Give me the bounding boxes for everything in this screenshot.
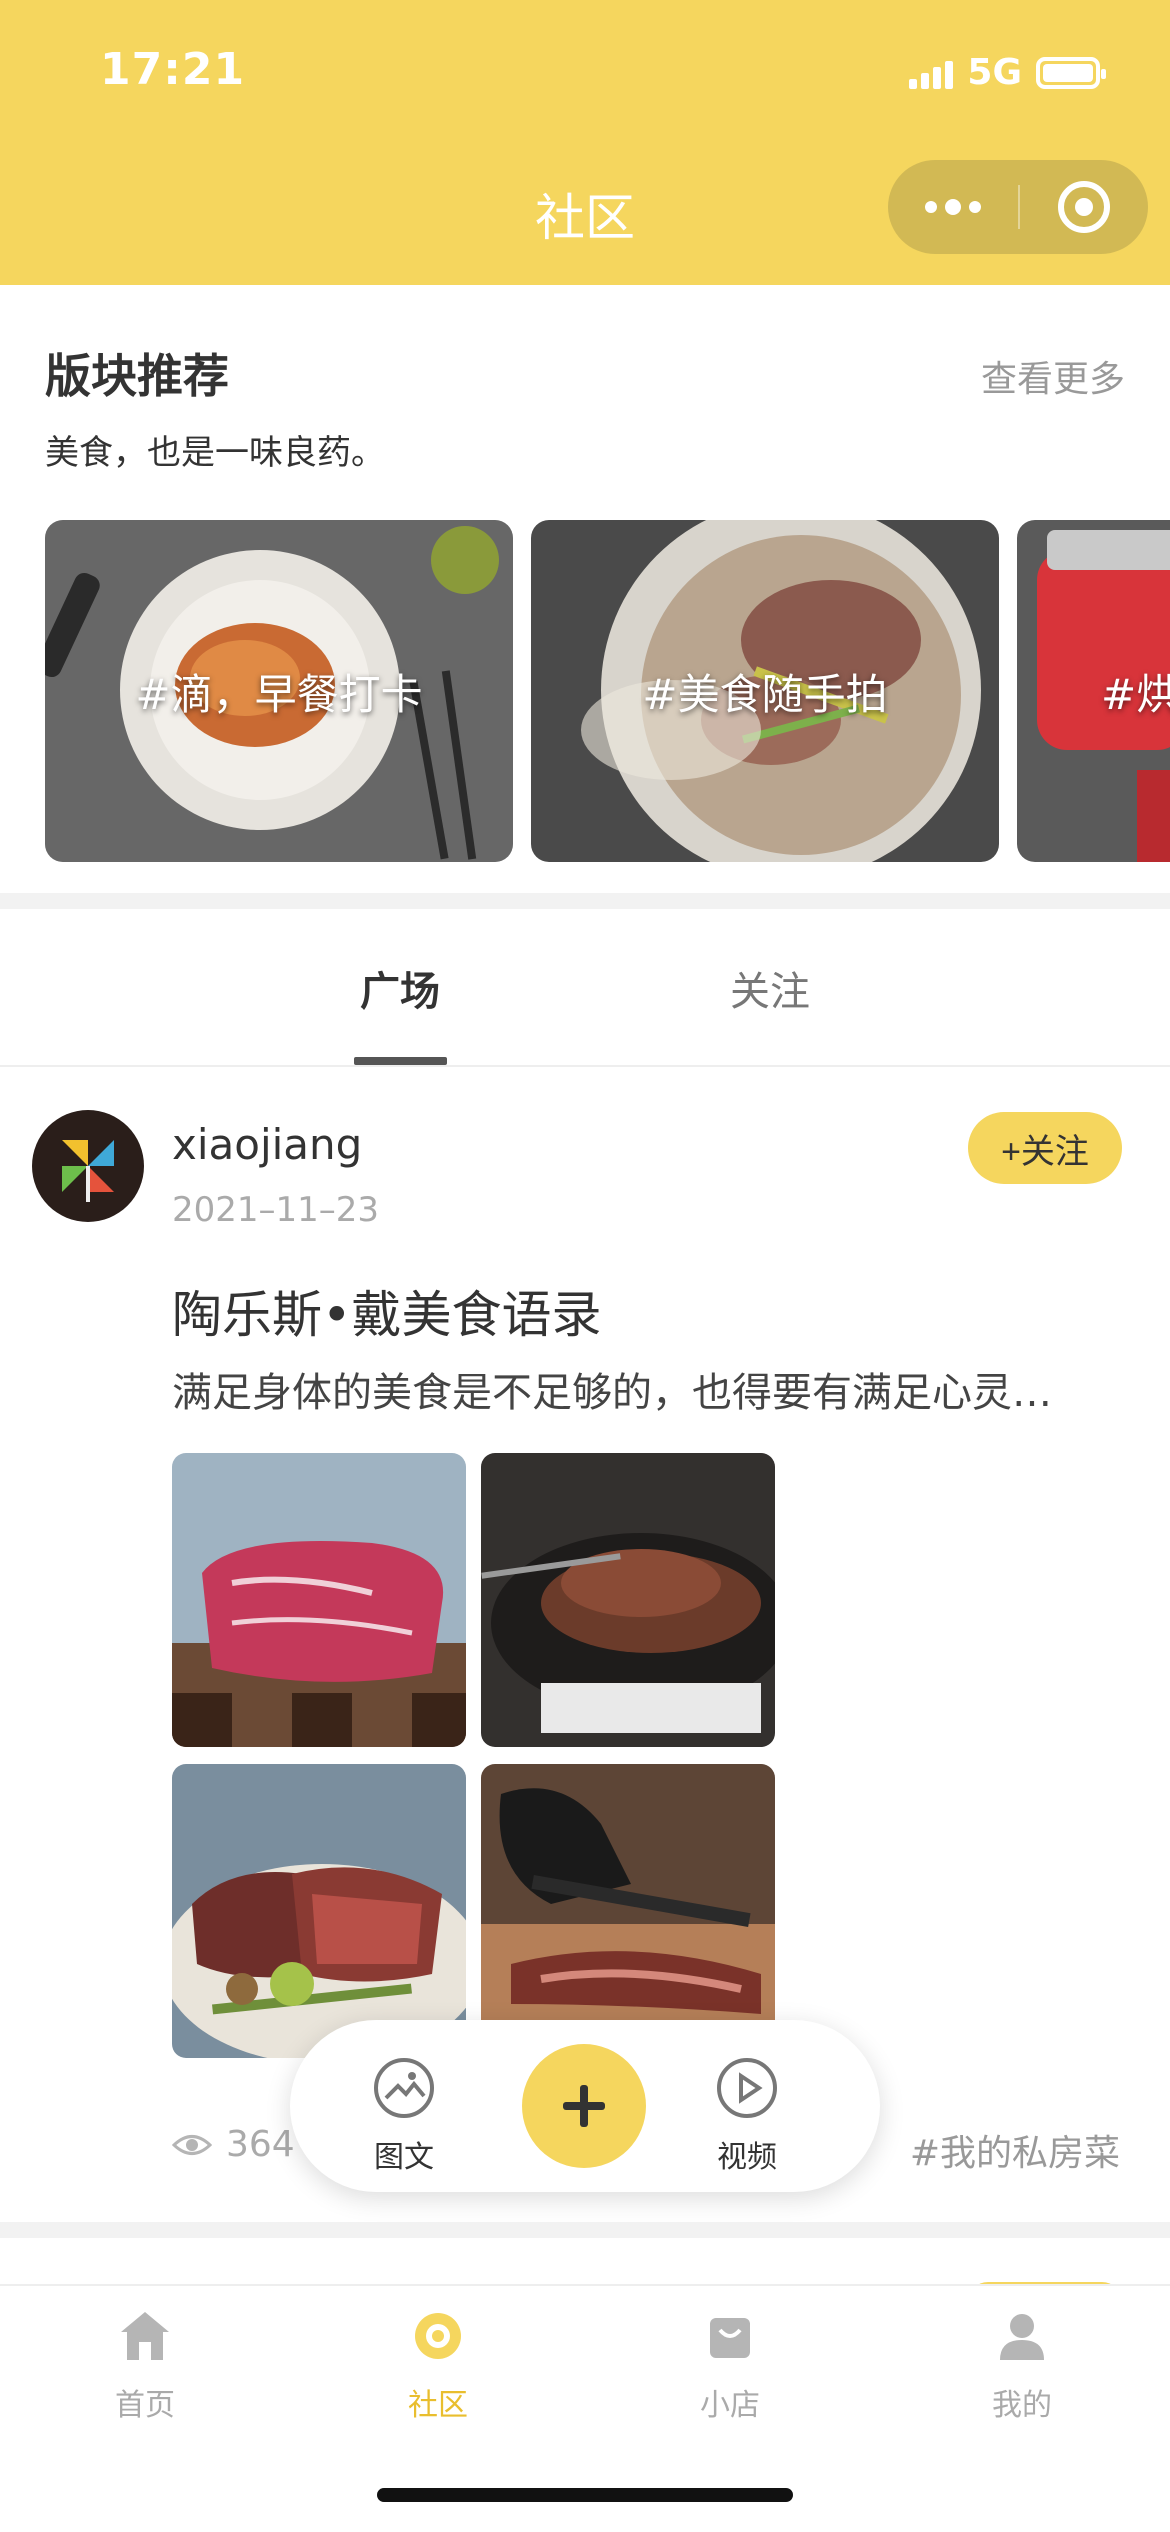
eye-icon xyxy=(172,2134,212,2155)
mini-program-capsule xyxy=(888,160,1148,254)
shop-icon xyxy=(710,2318,750,2358)
tab-square[interactable]: 广场 xyxy=(360,959,440,1017)
publish-video-label: 视频 xyxy=(717,2140,777,2175)
image-text-icon xyxy=(374,2058,434,2118)
signal-icon xyxy=(909,57,954,89)
topic-card-label: #美食随手拍 xyxy=(642,669,888,719)
topic-card[interactable]: #滴，早餐打卡 xyxy=(45,520,513,862)
tabbar-item-community[interactable]: 社区 xyxy=(358,2308,518,2424)
section-subtitle: 美食，也是一味良药。 xyxy=(45,433,385,473)
tabbar-item-profile[interactable]: 我的 xyxy=(942,2308,1102,2424)
target-icon[interactable] xyxy=(1020,160,1148,254)
home-indicator xyxy=(377,2488,793,2502)
profile-icon xyxy=(1000,2314,1044,2360)
avatar[interactable] xyxy=(32,1110,144,1222)
post-topic-tag[interactable]: #我的私房菜 xyxy=(910,2124,1120,2176)
topic-card-label: #烘 xyxy=(1101,669,1170,719)
view-count: 364 xyxy=(172,2124,295,2165)
publish-bar: 图文 视频 xyxy=(290,2020,880,2192)
battery-icon xyxy=(1036,56,1106,89)
pan-steak-photo xyxy=(481,1453,775,1747)
sliced-steak-photo xyxy=(172,1764,466,2058)
tabbar-item-home[interactable]: 首页 xyxy=(65,2308,225,2424)
view-count-value: 364 xyxy=(226,2124,295,2165)
post-divider xyxy=(0,2222,1170,2238)
post-title[interactable]: 陶乐斯•戴美食语录 xyxy=(172,1275,602,1347)
post-image[interactable] xyxy=(172,1453,466,1747)
tab-following[interactable]: 关注 xyxy=(730,959,810,1017)
tabbar-item-shop[interactable]: 小店 xyxy=(650,2308,810,2424)
publish-plus-button[interactable] xyxy=(522,2044,646,2168)
video-play-icon xyxy=(717,2058,777,2118)
topic-card-label: #滴，早餐打卡 xyxy=(135,669,423,719)
tabbar-label: 我的 xyxy=(992,2388,1052,2423)
tabbar-label: 首页 xyxy=(115,2388,175,2423)
feed-tabs: 广场 关注 xyxy=(0,909,1170,1067)
pinwheel-icon xyxy=(62,1140,114,1202)
raw-steak-photo xyxy=(172,1453,466,1747)
home-icon xyxy=(121,2312,169,2360)
publish-image-text-button[interactable]: 图文 xyxy=(344,2056,464,2176)
topic-card[interactable]: #美食随手拍 xyxy=(531,520,999,862)
section-title: 版块推荐 xyxy=(45,349,229,403)
follow-button[interactable]: +关注 xyxy=(968,1112,1122,1184)
active-tab-indicator xyxy=(354,1057,447,1065)
publish-image-text-label: 图文 xyxy=(374,2140,434,2175)
view-more-link[interactable]: 查看更多 xyxy=(981,350,1125,402)
tabbar-label: 小店 xyxy=(700,2388,760,2423)
publish-video-button[interactable]: 视频 xyxy=(687,2056,807,2176)
topic-card-carousel[interactable]: #滴，早餐打卡 #美食随手拍 #烘 xyxy=(0,520,1170,865)
status-time: 17:21 xyxy=(100,44,246,95)
post-image[interactable] xyxy=(481,1453,775,1747)
post-username[interactable]: xiaojiang xyxy=(172,1120,362,1169)
topic-card[interactable]: #烘 xyxy=(1017,520,1170,862)
top-bar: 17:21 5G 社区 xyxy=(0,0,1170,285)
section-divider xyxy=(0,893,1170,909)
plus-icon xyxy=(563,2085,605,2127)
post-excerpt[interactable]: 满足身体的美食是不足够的，也得要有满足心灵… xyxy=(172,1360,1052,1418)
tabbar-label: 社区 xyxy=(408,2388,468,2423)
post-image[interactable] xyxy=(481,1764,775,2058)
cutting-steak-photo xyxy=(481,1764,775,2058)
community-icon xyxy=(415,2313,461,2359)
status-indicators: 5G xyxy=(909,52,1106,93)
post-date: 2021–11–23 xyxy=(172,1190,380,1230)
post-image[interactable] xyxy=(172,1764,466,2058)
network-type: 5G xyxy=(967,52,1022,93)
more-dots-icon[interactable] xyxy=(888,160,1018,254)
